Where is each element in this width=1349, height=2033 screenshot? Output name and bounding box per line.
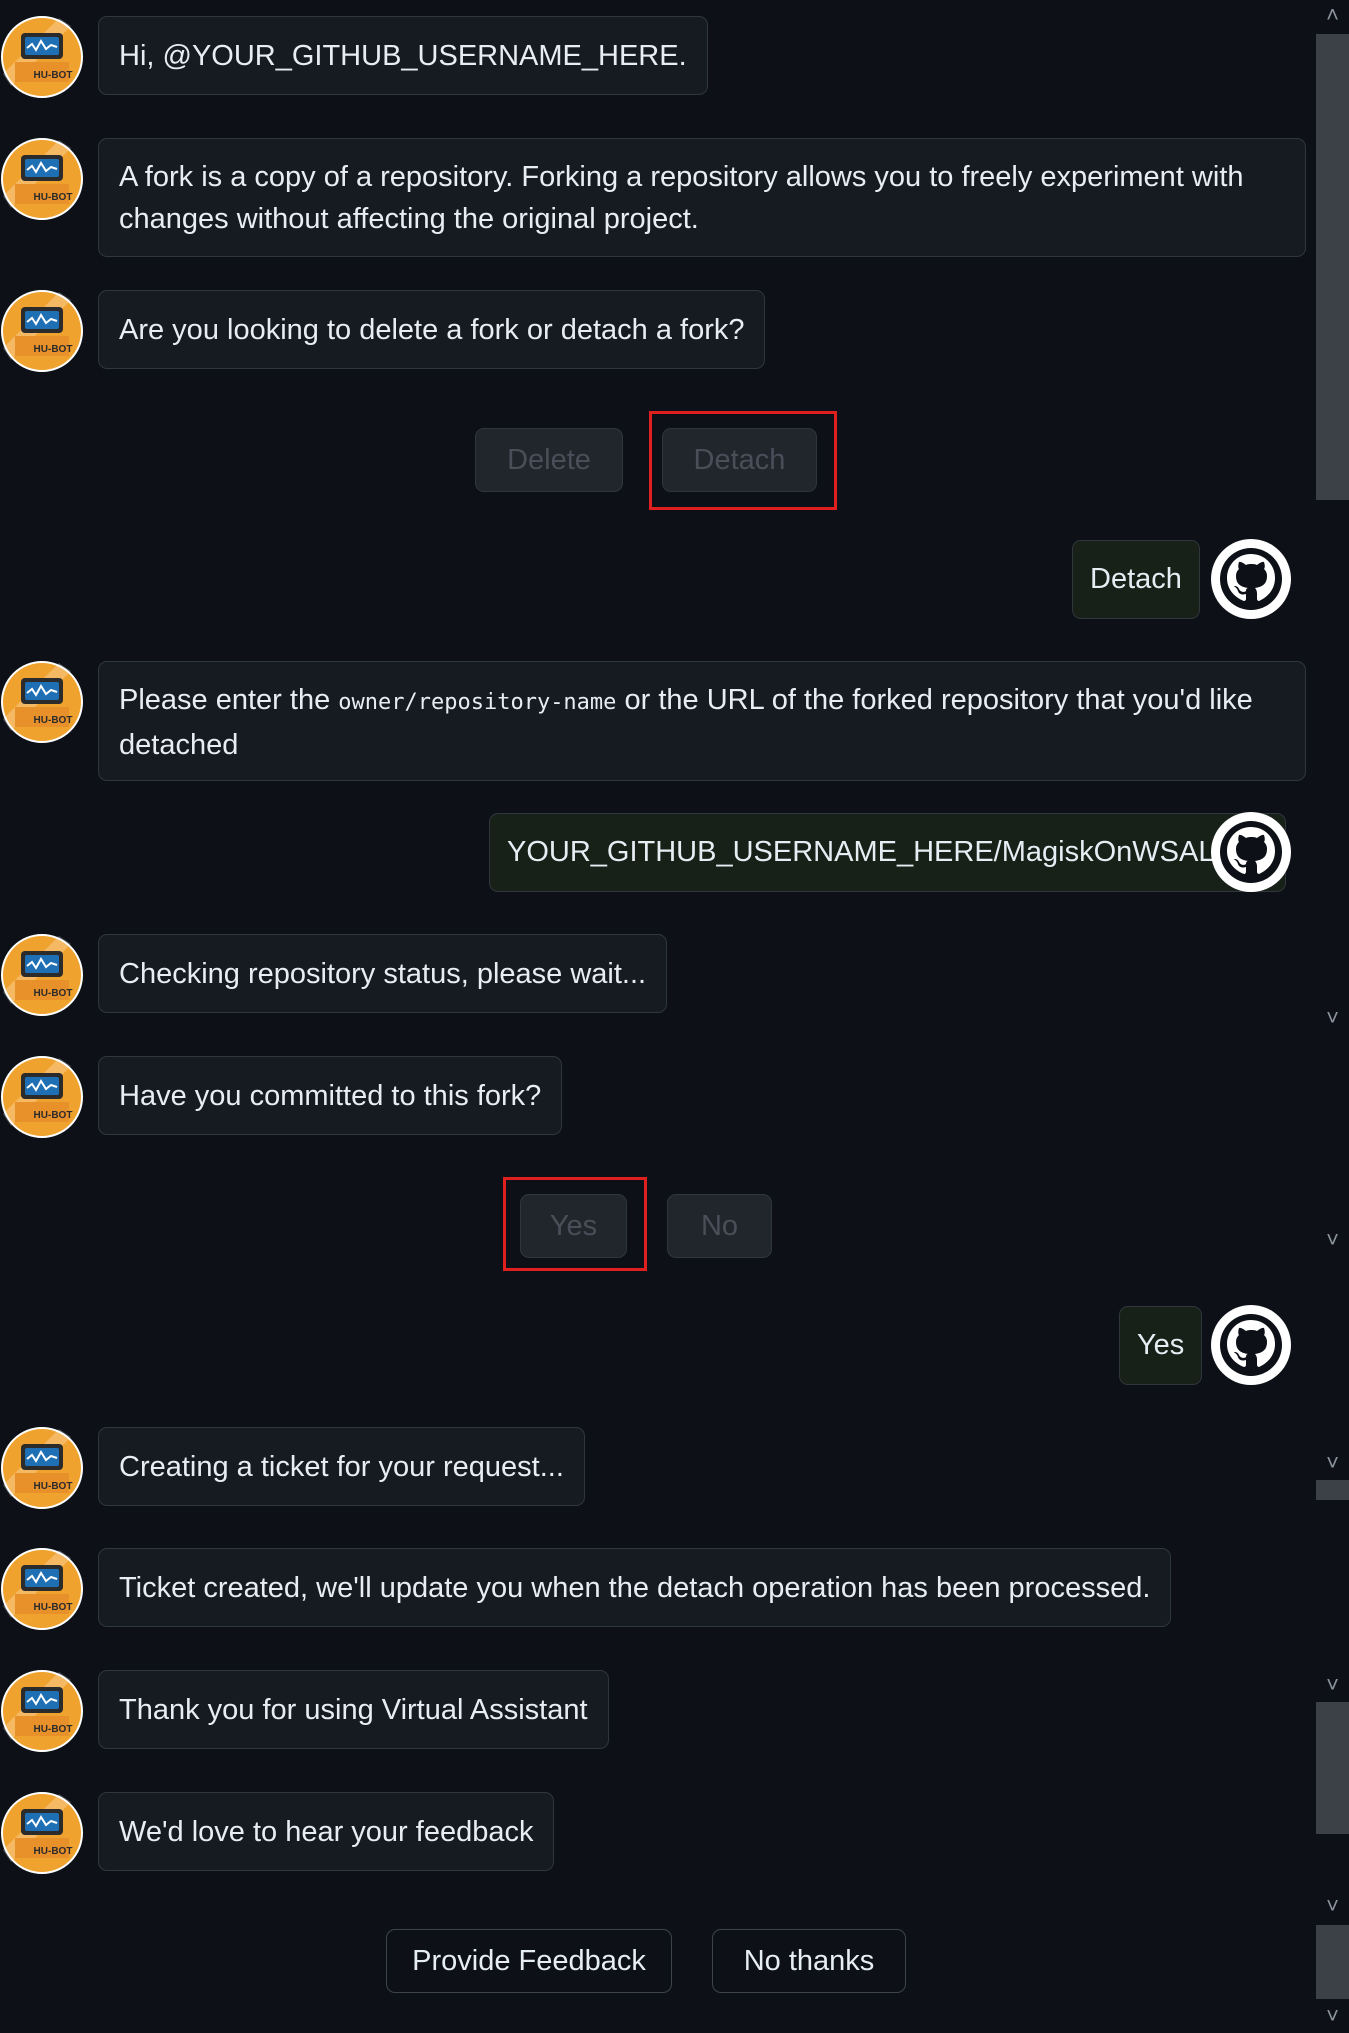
scroll-down-arrow-icon[interactable]: ˅: [1316, 1450, 1349, 1476]
scroll-down-arrow-icon[interactable]: ˅: [1316, 1005, 1349, 1031]
bot-avatar: [1, 1427, 83, 1509]
bot-message: Have you committed to this fork?: [98, 1056, 563, 1135]
scrollbar-thumb[interactable]: [1316, 34, 1349, 500]
bot-message: A fork is a copy of a repository. Forkin…: [98, 138, 1306, 257]
message-text: Creating a ticket for your request...: [119, 1450, 564, 1483]
bot-avatar: [1, 934, 83, 1016]
no-thanks-label: No thanks: [743, 1944, 875, 1977]
message-text: YOUR_GITHUB_USERNAME_HERE/MagiskOnWSALoc…: [507, 836, 1268, 868]
scrollbar-thumb[interactable]: [1316, 1702, 1349, 1834]
message-text: Detach: [1090, 563, 1182, 595]
user-message: Yes: [1119, 1306, 1203, 1385]
message-text: Thank you for using Virtual Assistant: [119, 1693, 588, 1726]
no-thanks-button[interactable]: No thanks: [712, 1929, 906, 1993]
bot-avatar: [1, 1548, 83, 1630]
scroll-down-arrow-icon[interactable]: ˅: [1316, 1227, 1349, 1253]
no-label: No: [700, 1209, 739, 1242]
github-avatar-icon: [1210, 1304, 1292, 1386]
yes-highlight: [503, 1177, 647, 1271]
bot-avatar: [1, 138, 83, 220]
message-text: Hi, @YOUR_GITHUB_USERNAME_HERE.: [119, 39, 687, 72]
provide-feedback-button[interactable]: Provide Feedback: [386, 1929, 672, 1993]
message-text: Yes: [1137, 1329, 1185, 1361]
message-text: Are you looking to delete a fork or deta…: [119, 313, 745, 346]
scroll-down-arrow-icon[interactable]: ˅: [1316, 2003, 1349, 2029]
bot-message: Checking repository status, please wait.…: [98, 934, 668, 1013]
bot-avatar: [1, 661, 83, 743]
bot-message: Hi, @YOUR_GITHUB_USERNAME_HERE.: [98, 16, 708, 95]
detach-highlight: [649, 411, 837, 510]
delete-button[interactable]: Delete: [475, 428, 623, 492]
bot-avatar: [1, 1792, 83, 1874]
bot-message: We'd love to hear your feedback: [98, 1792, 555, 1871]
bot-message: Ticket created, we'll update you when th…: [98, 1548, 1172, 1627]
bot-message: Are you looking to delete a fork or deta…: [98, 290, 766, 369]
bot-avatar: [1, 290, 83, 372]
bot-avatar: [1, 16, 83, 98]
message-text: Checking repository status, please wait.…: [119, 957, 647, 990]
message-text-part: Please enter the: [119, 684, 339, 716]
delete-label: Delete: [507, 443, 591, 476]
scrollbar-thumb[interactable]: [1316, 1480, 1349, 1500]
message-text: Please enter the owner/repository-name o…: [119, 679, 1285, 766]
scrollbar-thumb[interactable]: [1316, 1925, 1349, 1999]
scroll-down-arrow-icon[interactable]: ˅: [1316, 1672, 1349, 1698]
scroll-up-arrow-icon[interactable]: ˄: [1316, 2, 1349, 28]
message-text: Ticket created, we'll update you when th…: [119, 1571, 1151, 1604]
bot-avatar: [1, 1670, 83, 1752]
provide-feedback-label: Provide Feedback: [412, 1944, 646, 1977]
message-text: Have you committed to this fork?: [119, 1079, 542, 1112]
user-message: Detach: [1072, 540, 1200, 619]
scroll-down-arrow-icon[interactable]: ˅: [1316, 1893, 1349, 1919]
message-text: We'd love to hear your feedback: [119, 1815, 534, 1848]
bot-message: Creating a ticket for your request...: [98, 1427, 585, 1506]
github-avatar-icon: [1210, 811, 1292, 893]
bot-avatar: [1, 1056, 83, 1138]
no-button[interactable]: No: [667, 1194, 772, 1258]
github-avatar-icon: [1210, 538, 1292, 620]
inline-code: owner/repository-name: [338, 690, 617, 715]
message-text: A fork is a copy of a repository. Forkin…: [119, 161, 1244, 235]
bot-message: Thank you for using Virtual Assistant: [98, 1670, 609, 1749]
user-message: YOUR_GITHUB_USERNAME_HERE/MagiskOnWSALoc…: [489, 813, 1286, 892]
bot-message: Please enter the owner/repository-name o…: [98, 661, 1306, 781]
